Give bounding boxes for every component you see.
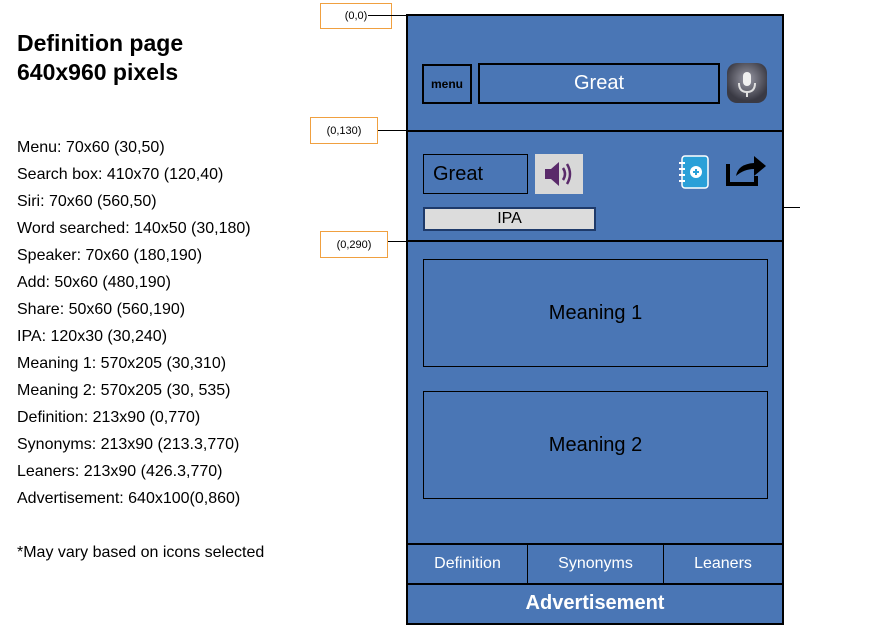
meaning-2-text: Meaning 2: [548, 433, 643, 456]
spec-meaning-1: Meaning 1: 570x205 (30,310): [17, 355, 227, 372]
spec-word: Word searched: 140x50 (30,180): [17, 220, 251, 237]
speaker-icon[interactable]: [535, 154, 583, 194]
meaning-2-box: Meaning 2: [423, 391, 768, 499]
header-divider: [406, 130, 784, 132]
ipa-field: IPA: [423, 207, 596, 231]
word-text: Great: [433, 162, 484, 185]
spec-meaning-2: Meaning 2: 570x205 (30, 535): [17, 382, 231, 399]
menu-label: menu: [431, 76, 464, 91]
spec-speaker: Speaker: 70x60 (180,190): [17, 247, 203, 264]
tab-leaners-label: Leaners: [694, 555, 752, 572]
coord-label-0-130: (0,130): [310, 117, 378, 144]
search-box[interactable]: Great: [478, 63, 720, 104]
coord-label-0-0: (0,0): [320, 3, 392, 29]
microphone-icon[interactable]: [727, 63, 767, 103]
spec-synonyms: Synonyms: 213x90 (213.3,770): [17, 436, 240, 453]
tab-synonyms[interactable]: Synonyms: [528, 545, 663, 583]
ipa-text: IPA: [497, 210, 522, 227]
spec-advertisement: Advertisement: 640x100(0,860): [17, 490, 241, 507]
tab-synonyms-label: Synonyms: [558, 555, 633, 572]
page-title: Definition page 640x960 pixels: [17, 29, 183, 87]
spec-search: Search box: 410x70 (120,40): [17, 166, 224, 183]
share-icon[interactable]: [724, 150, 768, 190]
spec-add: Add: 50x60 (480,190): [17, 274, 171, 291]
coord-leader-0-290: [388, 241, 408, 242]
spec-leaners: Leaners: 213x90 (426.3,770): [17, 463, 223, 480]
add-notebook-icon[interactable]: [676, 154, 712, 190]
spec-share: Share: 50x60 (560,190): [17, 301, 186, 318]
spec-siri: Siri: 70x60 (560,50): [17, 193, 157, 210]
coord-leader-0-130: [378, 130, 408, 131]
spec-definition: Definition: 213x90 (0,770): [17, 409, 201, 426]
coord-label-0-290: (0,290): [320, 231, 388, 258]
word-searched: Great: [423, 154, 528, 194]
search-value: Great: [573, 72, 625, 94]
tab-leaners[interactable]: Leaners: [664, 545, 782, 583]
coord-leader-0-0: [368, 15, 408, 16]
tab-definition[interactable]: Definition: [408, 545, 527, 583]
spec-ipa: IPA: 120x30 (30,240): [17, 328, 168, 345]
meaning-1-text: Meaning 1: [548, 301, 643, 324]
advertisement-label: Advertisement: [525, 592, 665, 614]
meaning-1-box: Meaning 1: [423, 259, 768, 367]
tab-definition-label: Definition: [434, 555, 501, 572]
spec-menu: Menu: 70x60 (30,50): [17, 139, 165, 156]
title-line-2: 640x960 pixels: [17, 59, 179, 85]
note: *May vary based on icons selected: [17, 544, 265, 561]
menu-button[interactable]: menu: [422, 64, 472, 104]
advertisement-banner[interactable]: Advertisement: [408, 584, 782, 623]
word-section-divider: [406, 240, 784, 242]
title-line-1: Definition page: [17, 30, 184, 56]
